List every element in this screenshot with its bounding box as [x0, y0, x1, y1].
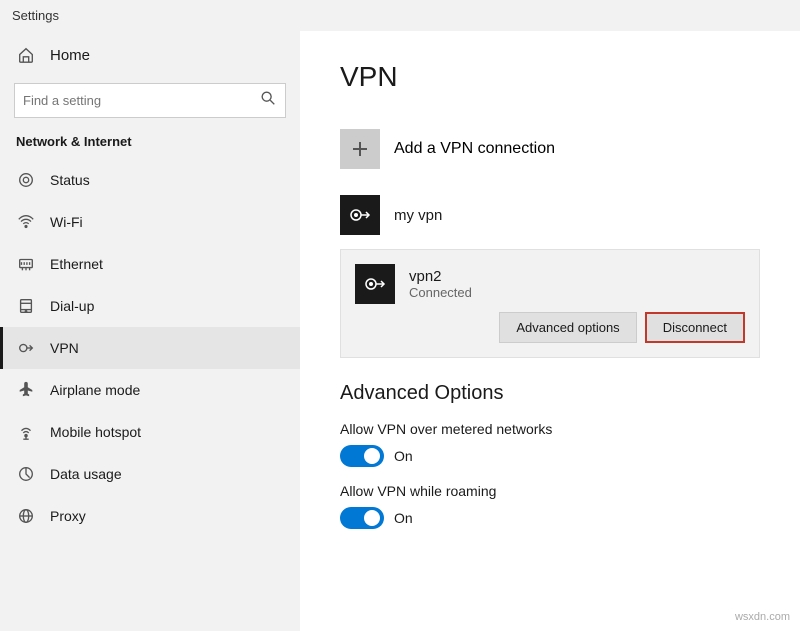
add-icon: [340, 129, 380, 169]
sidebar-home[interactable]: Home: [0, 31, 300, 79]
ethernet-icon: [16, 254, 36, 274]
myvpn-info: my vpn: [394, 207, 442, 224]
option-roaming: Allow VPN while roaming On: [340, 483, 760, 529]
sidebar-item-label: Status: [50, 172, 90, 188]
vpn2-icon: [355, 264, 395, 304]
dialup-icon: [16, 296, 36, 316]
option-metered-networks: Allow VPN over metered networks On: [340, 421, 760, 467]
advanced-options-title: Advanced Options: [340, 382, 760, 405]
sidebar-item-proxy[interactable]: Proxy: [0, 495, 300, 537]
search-box[interactable]: [14, 83, 286, 118]
sidebar-item-label: Wi-Fi: [50, 214, 83, 230]
toggle-metered[interactable]: [340, 445, 384, 467]
add-vpn-label: Add a VPN connection: [394, 140, 555, 158]
vpn2-actions: Advanced options Disconnect: [341, 312, 759, 343]
option-metered-label: Allow VPN over metered networks: [340, 421, 760, 437]
title-bar: Settings: [0, 0, 800, 31]
hotspot-icon: [16, 422, 36, 442]
search-icon: [259, 89, 277, 112]
option-roaming-label: Allow VPN while roaming: [340, 483, 760, 499]
vpn-item-vpn2[interactable]: vpn2 Connected: [341, 250, 759, 312]
toggle-roaming-row: On: [340, 507, 760, 529]
airplane-icon: [16, 380, 36, 400]
sidebar-item-label: Ethernet: [50, 256, 103, 272]
toggle-metered-row: On: [340, 445, 760, 467]
home-icon: [16, 45, 36, 65]
sidebar-item-status[interactable]: Status: [0, 159, 300, 201]
sidebar-item-dialup[interactable]: Dial-up: [0, 285, 300, 327]
advanced-options-button[interactable]: Advanced options: [499, 312, 636, 343]
sidebar-item-ethernet[interactable]: Ethernet: [0, 243, 300, 285]
toggle-roaming[interactable]: [340, 507, 384, 529]
sidebar-item-label: Proxy: [50, 508, 86, 524]
sidebar-item-datausage[interactable]: Data usage: [0, 453, 300, 495]
sidebar-item-airplane[interactable]: Airplane mode: [0, 369, 300, 411]
sidebar-item-label: VPN: [50, 340, 79, 356]
disconnect-button[interactable]: Disconnect: [645, 312, 745, 343]
add-vpn-row[interactable]: Add a VPN connection: [340, 117, 760, 181]
section-title: Network & Internet: [0, 130, 300, 159]
sidebar-item-label: Data usage: [50, 466, 122, 482]
sidebar-item-label: Airplane mode: [50, 382, 140, 398]
sidebar-item-label: Mobile hotspot: [50, 424, 141, 440]
sidebar: Home Network & Internet Status: [0, 31, 300, 631]
proxy-icon: [16, 506, 36, 526]
watermark: wsxdn.com: [735, 611, 790, 623]
myvpn-name: my vpn: [394, 207, 442, 224]
vpn2-name: vpn2: [409, 268, 472, 285]
toggle-metered-label: On: [394, 448, 413, 464]
vpn-sidebar-icon: [16, 338, 36, 358]
search-input[interactable]: [23, 93, 253, 108]
wifi-icon: [16, 212, 36, 232]
sidebar-item-vpn[interactable]: VPN: [0, 327, 300, 369]
home-label: Home: [50, 47, 90, 64]
main-layout: Home Network & Internet Status: [0, 31, 800, 631]
vpn2-info: vpn2 Connected: [409, 268, 472, 300]
vpn2-status: Connected: [409, 285, 472, 300]
vpn-item-myvpn[interactable]: my vpn: [340, 181, 760, 249]
page-title: VPN: [340, 61, 760, 93]
sidebar-item-label: Dial-up: [50, 298, 94, 314]
datausage-icon: [16, 464, 36, 484]
title-bar-label: Settings: [12, 8, 59, 23]
sidebar-item-hotspot[interactable]: Mobile hotspot: [0, 411, 300, 453]
myvpn-icon: [340, 195, 380, 235]
status-icon: [16, 170, 36, 190]
vpn2-expanded: vpn2 Connected Advanced options Disconne…: [340, 249, 760, 358]
toggle-roaming-label: On: [394, 510, 413, 526]
content-area: VPN Add a VPN connection: [300, 31, 800, 631]
sidebar-item-wifi[interactable]: Wi-Fi: [0, 201, 300, 243]
